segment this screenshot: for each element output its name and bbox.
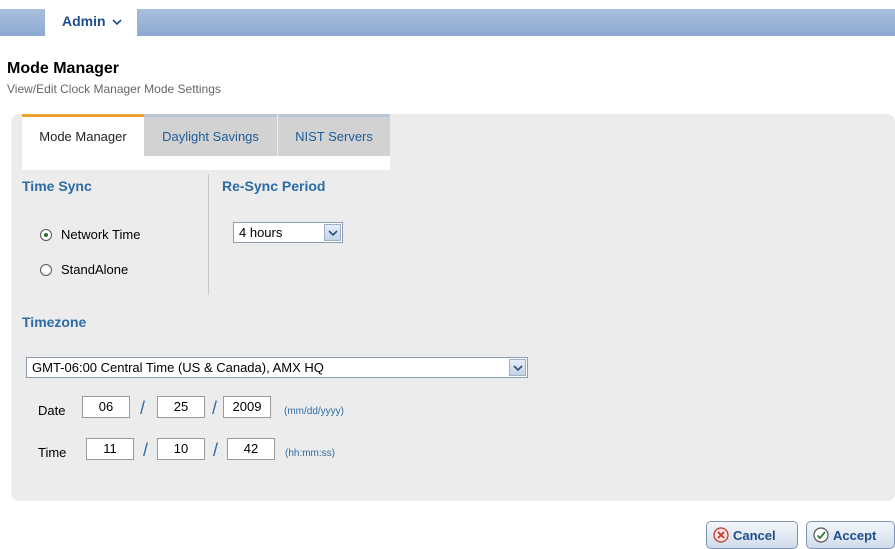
radio-label: Network Time	[61, 227, 141, 242]
resync-period-select[interactable]: 4 hours	[233, 222, 343, 243]
chevron-down-icon[interactable]	[111, 17, 123, 27]
section-divider	[208, 174, 209, 295]
cancel-button[interactable]: Cancel	[706, 521, 798, 549]
accept-button-label: Accept	[833, 527, 877, 543]
radio-label: StandAlone	[61, 262, 129, 277]
chevron-down-icon[interactable]	[509, 359, 526, 376]
time-sync-heading: Time Sync	[22, 178, 92, 194]
page-title: Mode Manager	[7, 60, 120, 77]
radio-standalone[interactable]: StandAlone	[40, 262, 128, 277]
date-separator: /	[212, 398, 218, 418]
check-circle-icon	[813, 527, 829, 543]
tab-daylight-savings[interactable]: Daylight Savings	[144, 114, 277, 156]
date-day-field[interactable]: 25	[157, 396, 205, 418]
time-format-hint: (hh:mm:ss)	[285, 448, 335, 459]
radio-network-time[interactable]: Network Time	[40, 227, 140, 242]
radio-button[interactable]	[40, 263, 52, 276]
chevron-down-icon[interactable]	[324, 224, 341, 241]
admin-menu-label[interactable]: Admin	[62, 13, 106, 29]
date-separator: /	[140, 398, 146, 418]
date-year-field[interactable]: 2009	[223, 396, 271, 418]
page-subtitle: View/Edit Clock Manager Mode Settings	[7, 82, 221, 96]
timezone-select[interactable]: GMT-06:00 Central Time (US & Canada), AM…	[26, 357, 528, 378]
timezone-heading: Timezone	[22, 314, 87, 330]
time-separator: /	[143, 440, 149, 460]
radio-button-checked[interactable]	[40, 228, 52, 241]
date-format-hint: (mm/dd/yyyy)	[284, 406, 344, 417]
time-label: Time	[38, 445, 67, 460]
timezone-value: GMT-06:00 Central Time (US & Canada), AM…	[32, 360, 324, 375]
time-hours-field[interactable]: 11	[86, 438, 134, 460]
date-month-field[interactable]: 06	[82, 396, 130, 418]
time-seconds-field[interactable]: 42	[227, 438, 275, 460]
x-circle-icon	[713, 527, 729, 543]
tab-mode-manager[interactable]: Mode Manager	[22, 114, 144, 156]
accept-button[interactable]: Accept	[806, 521, 895, 549]
cancel-button-label: Cancel	[733, 527, 776, 543]
resync-period-heading: Re-Sync Period	[222, 178, 326, 194]
time-minutes-field[interactable]: 10	[157, 438, 205, 460]
time-separator: /	[213, 440, 219, 460]
resync-period-value: 4 hours	[239, 225, 283, 240]
tab-nist-servers[interactable]: NIST Servers	[278, 114, 390, 156]
date-label: Date	[38, 403, 66, 418]
tab-content-strip	[22, 156, 390, 170]
